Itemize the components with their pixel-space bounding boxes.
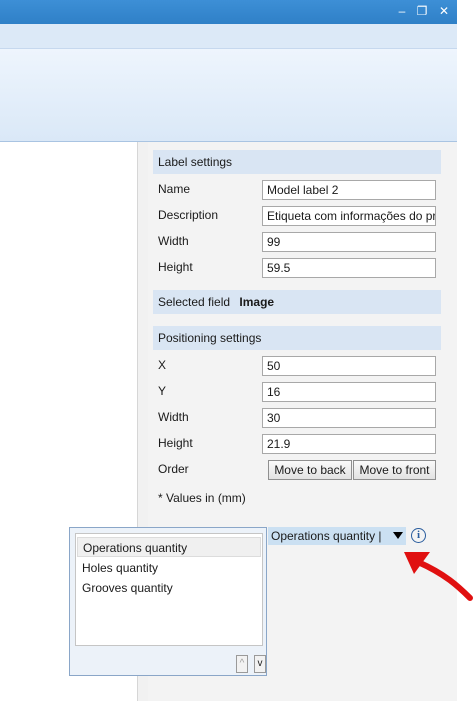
close-icon[interactable]: ✕ bbox=[437, 4, 451, 18]
scroll-down-button[interactable]: v bbox=[254, 655, 266, 673]
label-settings-header: Label settings bbox=[153, 150, 441, 174]
description-input[interactable]: Etiqueta com informações do pr bbox=[262, 206, 436, 226]
restore-icon[interactable]: ❐ bbox=[415, 4, 429, 18]
ribbon-tab-strip bbox=[0, 24, 457, 49]
y-input[interactable]: 16 bbox=[262, 382, 436, 402]
scroll-up-button[interactable]: ^ bbox=[236, 655, 248, 673]
combobox-value: Operations quantity | H bbox=[271, 529, 383, 543]
field-height-input[interactable]: 21.9 bbox=[262, 434, 436, 454]
label-height-label: Height bbox=[158, 260, 193, 274]
selected-field-value: Image bbox=[239, 295, 275, 309]
name-label: Name bbox=[158, 182, 191, 196]
selected-field-label: Selected field bbox=[158, 295, 231, 309]
dropdown-list: Operations quantity Holes quantity Groov… bbox=[75, 533, 263, 646]
description-label: Description bbox=[158, 208, 219, 222]
move-to-front-button[interactable]: Move to front bbox=[353, 460, 436, 480]
name-input[interactable]: Model label 2 bbox=[262, 180, 436, 200]
units-note: * Values in (mm) bbox=[158, 491, 246, 505]
x-input[interactable]: 50 bbox=[262, 356, 436, 376]
label-height-input[interactable]: 59.5 bbox=[262, 258, 436, 278]
order-label: Order bbox=[158, 462, 189, 476]
data-field-combobox[interactable]: Operations quantity | H bbox=[268, 527, 406, 545]
x-label: X bbox=[158, 358, 167, 372]
field-width-input[interactable]: 30 bbox=[262, 408, 436, 428]
selected-field-header: Selected field Image bbox=[153, 290, 441, 314]
title-bar: – ❐ ✕ bbox=[0, 0, 457, 24]
minimize-icon[interactable]: – bbox=[395, 4, 409, 18]
dropdown-popup: Operations quantity Holes quantity Groov… bbox=[69, 527, 267, 676]
field-height-label: Height bbox=[158, 436, 193, 450]
move-to-back-button[interactable]: Move to back bbox=[268, 460, 352, 480]
field-width-label: Width bbox=[158, 410, 189, 424]
label-width-input[interactable]: 99 bbox=[262, 232, 436, 252]
y-label: Y bbox=[158, 384, 167, 398]
label-width-label: Width bbox=[158, 234, 189, 248]
dropdown-item-grooves-quantity[interactable]: Grooves quantity bbox=[77, 578, 261, 598]
dropdown-item-holes-quantity[interactable]: Holes quantity bbox=[77, 558, 261, 578]
ribbon bbox=[0, 49, 457, 142]
annotation-arrow-icon bbox=[404, 552, 473, 601]
dropdown-item-operations-quantity[interactable]: Operations quantity bbox=[77, 537, 261, 557]
positioning-settings-header: Positioning settings bbox=[153, 326, 441, 350]
